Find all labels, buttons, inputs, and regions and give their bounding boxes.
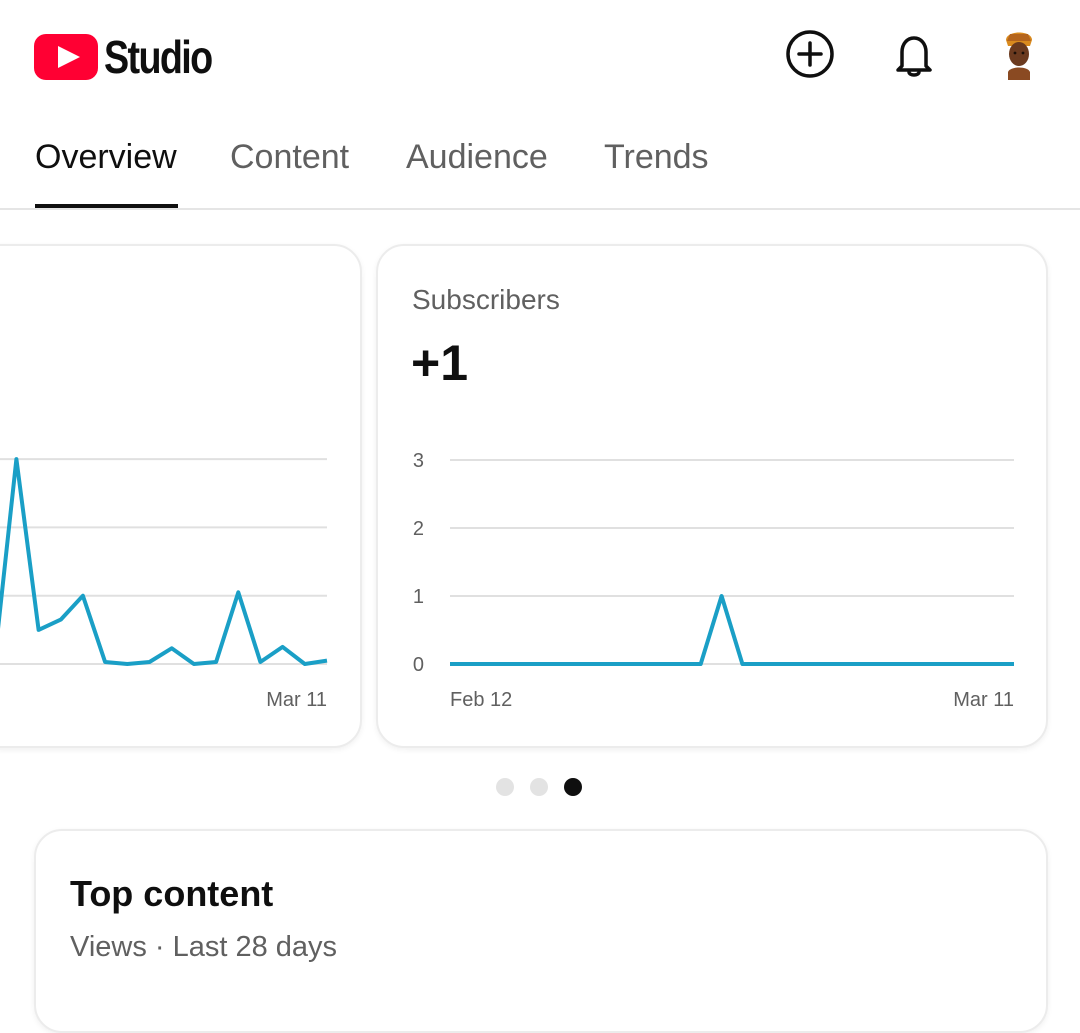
tab-content[interactable]: Content <box>230 138 349 177</box>
tab-overview[interactable]: Overview <box>35 138 177 177</box>
y-tick-label: 3 <box>413 450 424 472</box>
top-content-subtitle: Views · Last 28 days <box>70 931 337 964</box>
notifications-button[interactable] <box>888 28 940 80</box>
line-chart: Mar 11 <box>0 246 360 746</box>
tab-audience[interactable]: Audience <box>406 138 548 177</box>
line-chart: 0 1 2 3 Feb 12 Mar 11 <box>378 246 1046 746</box>
tab-trends[interactable]: Trends <box>604 138 709 177</box>
metric-card-previous[interactable]: Mar 11 <box>0 244 362 748</box>
add-circle-icon <box>784 28 836 80</box>
x-tick-label-end: Mar 11 <box>953 689 1014 711</box>
youtube-play-logo-icon <box>34 34 98 80</box>
series-line <box>450 596 1014 664</box>
avatar-icon <box>998 26 1040 80</box>
y-tick-label: 2 <box>413 518 424 540</box>
y-tick-label: 1 <box>413 586 424 608</box>
app-header: Studio <box>0 0 1080 110</box>
carousel-dot-active[interactable] <box>564 778 582 796</box>
x-tick-label-end: Mar 11 <box>266 689 327 711</box>
logo-text: Studio <box>104 30 211 84</box>
x-tick-label-start: Feb 12 <box>450 689 512 711</box>
active-tab-indicator <box>35 204 178 208</box>
carousel-dot[interactable] <box>530 778 548 796</box>
series-line <box>0 459 327 664</box>
tab-bar: Overview Content Audience Trends <box>0 110 1080 210</box>
carousel-indicator <box>496 778 582 796</box>
y-tick-label: 0 <box>413 654 424 676</box>
account-avatar[interactable] <box>998 26 1040 80</box>
top-content-card[interactable]: Top content Views · Last 28 days <box>34 829 1048 1033</box>
carousel-dot[interactable] <box>496 778 514 796</box>
bell-icon <box>888 28 940 80</box>
metric-card-subscribers[interactable]: Subscribers +1 0123Feb 12Mar 11 <box>376 244 1048 748</box>
studio-logo[interactable]: Studio <box>34 30 235 84</box>
top-content-title: Top content <box>70 873 273 915</box>
create-button[interactable] <box>784 28 836 80</box>
